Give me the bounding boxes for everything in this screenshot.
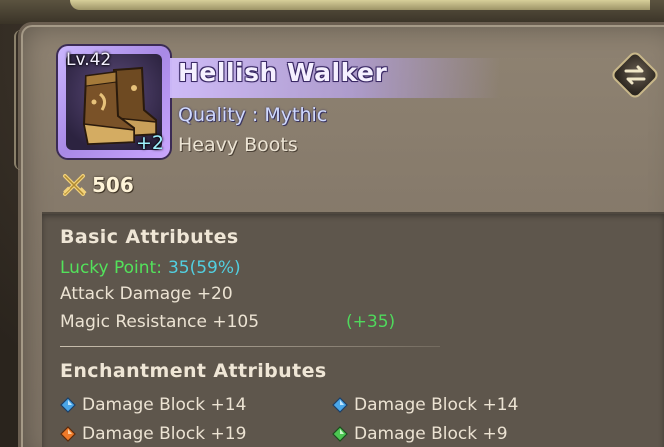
enchantment-text: Damage Block +9 [354, 424, 508, 444]
enchantment-item: Damage Block +9 [332, 424, 508, 444]
enchantment-text: Damage Block +14 [354, 395, 519, 415]
attack-damage-stat: Attack Damage +20 [60, 284, 233, 304]
basic-attributes-title: Basic Attributes [60, 226, 239, 248]
enchantment-item: Damage Block +19 [60, 424, 246, 444]
crossed-swords-icon [63, 174, 87, 196]
item-power-value: 506 [92, 173, 134, 197]
lucky-point-row: Lucky Point: 35(59%) [60, 258, 241, 278]
lucky-point-value: 35(59%) [167, 258, 241, 278]
top-frame-band [70, 0, 650, 10]
magic-resistance-stat: Magic Resistance +105 [60, 312, 260, 332]
enchantment-text: Damage Block +19 [82, 424, 247, 444]
panel-ornament [14, 30, 28, 170]
blue-gem-icon [332, 397, 348, 413]
top-frame [0, 0, 664, 24]
item-power: 506 [62, 172, 134, 198]
green-gem-icon [332, 426, 348, 442]
item-name: Hellish Walker [178, 58, 388, 87]
blue-gem-icon [60, 397, 76, 413]
magic-resistance-bonus: (+35) [346, 312, 396, 332]
enchantment-item: Damage Block +14 [60, 395, 246, 415]
item-icon-frame[interactable]: Lv.42 +2 [58, 46, 170, 158]
item-type: Heavy Boots [178, 134, 298, 156]
section-divider [60, 346, 440, 347]
enchantment-text: Damage Block +14 [82, 395, 247, 415]
orange-gem-icon [60, 426, 76, 442]
item-enhance-level: +2 [135, 132, 164, 154]
lucky-point-label: Lucky Point: [60, 258, 162, 278]
item-quality: Quality : Mythic [178, 104, 328, 126]
swap-arrows-icon[interactable] [612, 52, 658, 98]
enchantment-item: Damage Block +14 [332, 395, 518, 415]
enchantment-attributes-title: Enchantment Attributes [60, 360, 327, 382]
item-detail-screen: Lv.42 +2 Hellish Walker Quality : Mythic… [0, 0, 664, 447]
item-level: Lv.42 [66, 50, 112, 70]
